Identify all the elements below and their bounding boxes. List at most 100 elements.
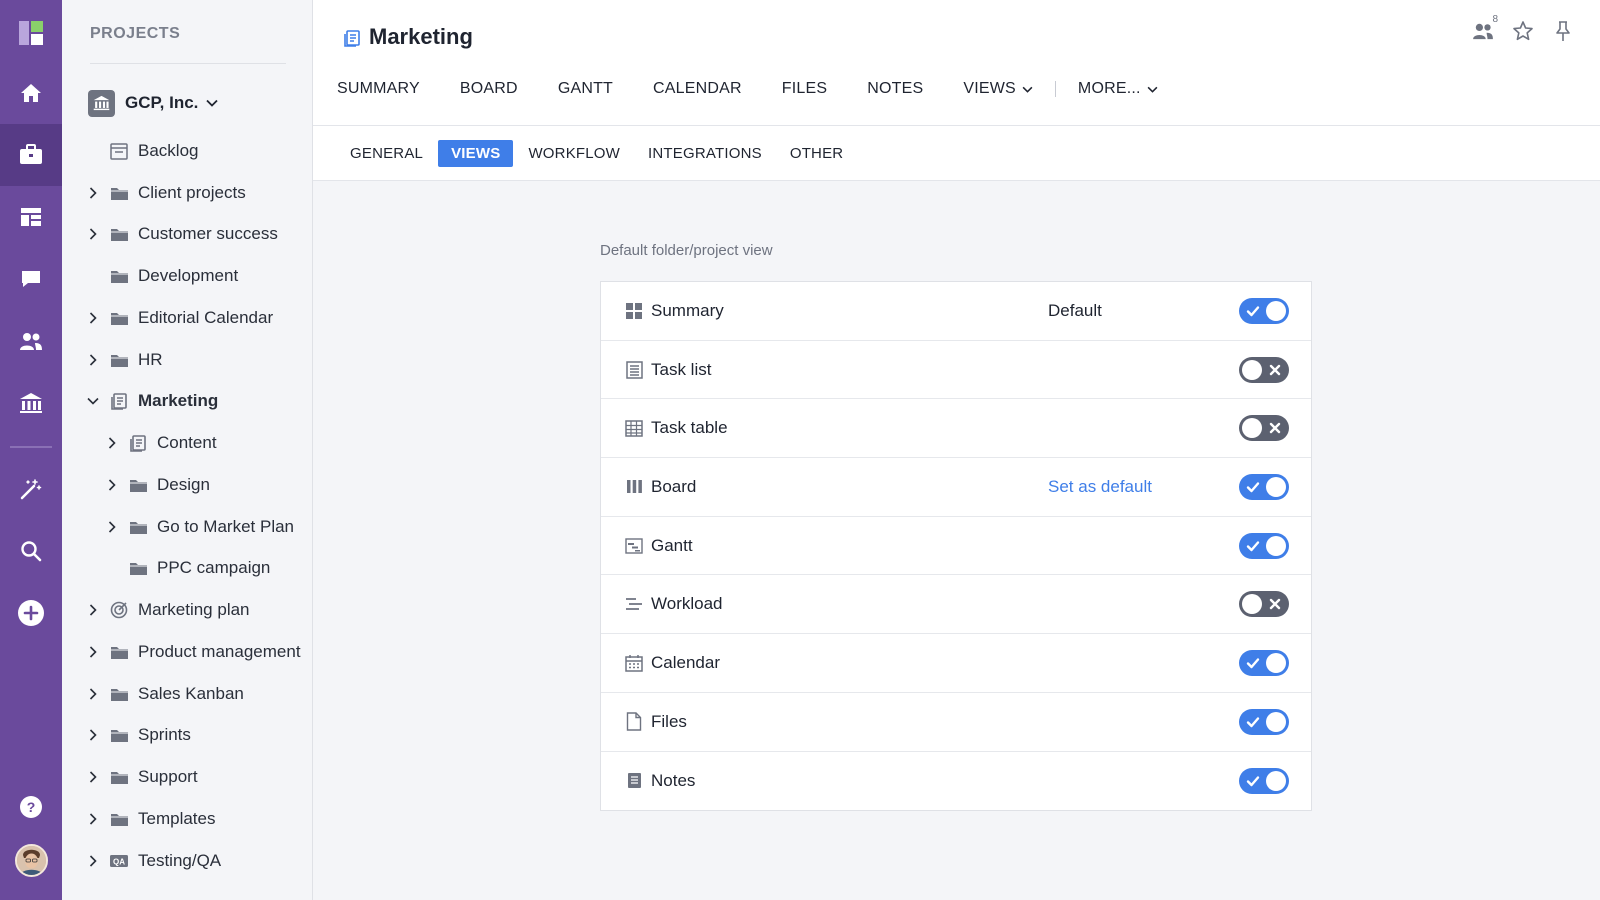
chevron-right-icon[interactable] [84, 354, 102, 366]
sidebar-title: PROJECTS [90, 25, 181, 42]
folder-icon [127, 560, 149, 576]
tab-files[interactable]: FILES [782, 80, 827, 98]
chevron-right-icon[interactable] [84, 646, 102, 658]
sidebar-item[interactable]: Backlog [84, 136, 198, 166]
help-icon[interactable]: ? [0, 776, 62, 838]
add-icon[interactable] [0, 582, 62, 644]
sidebar-item[interactable]: PPC campaign [103, 553, 270, 583]
settings-tab-other[interactable]: OTHER [777, 140, 857, 167]
view-tabs: SUMMARY BOARD GANTT CALENDAR FILES NOTES… [337, 80, 1198, 98]
check-icon [1246, 716, 1260, 727]
set-as-default-link[interactable]: Set as default [1048, 477, 1152, 497]
sidebar-item[interactable]: Design [103, 470, 210, 500]
view-toggle[interactable] [1239, 649, 1289, 676]
sidebar-item-label: Product management [138, 642, 301, 661]
organization-icon[interactable] [0, 372, 62, 434]
task-table-icon [625, 419, 643, 437]
chevron-right-icon[interactable] [103, 479, 121, 491]
sidebar-item[interactable]: Support [84, 762, 198, 792]
chevron-right-icon[interactable] [84, 771, 102, 783]
sidebar-item[interactable]: Templates [84, 804, 215, 834]
tab-gantt[interactable]: GANTT [558, 80, 613, 98]
chevron-right-icon[interactable] [84, 729, 102, 741]
chevron-right-icon[interactable] [103, 521, 121, 533]
chevron-right-icon[interactable] [84, 604, 102, 616]
magic-wand-icon[interactable] [0, 458, 62, 520]
toggle-knob [1242, 594, 1262, 615]
view-toggle[interactable] [1239, 356, 1289, 383]
project-icon [108, 392, 130, 410]
search-icon[interactable] [0, 520, 62, 582]
view-toggle[interactable] [1239, 708, 1289, 735]
sidebar-item[interactable]: Client projects [84, 178, 246, 208]
chevron-right-icon[interactable] [84, 228, 102, 240]
sidebar-item-label: Content [157, 433, 217, 452]
sidebar-item[interactable]: Customer success [84, 219, 278, 249]
sidebar-item[interactable]: Marketing plan [84, 595, 250, 625]
sidebar-divider [90, 63, 286, 64]
view-name: Task table [651, 418, 728, 438]
view-toggle[interactable] [1239, 532, 1289, 559]
view-name: Calendar [651, 652, 720, 672]
sidebar-item[interactable]: Go to Market Plan [103, 512, 294, 542]
chevron-down-icon[interactable] [84, 397, 102, 405]
settings-tab-views[interactable]: VIEWS [438, 140, 514, 167]
task-list-icon [625, 360, 643, 379]
sidebar-item[interactable]: Sales Kanban [84, 679, 244, 709]
view-toggle[interactable] [1239, 297, 1289, 324]
star-icon[interactable] [1510, 18, 1536, 44]
sidebar-item[interactable]: Marketing [84, 386, 218, 416]
sidebar-item[interactable]: Development [84, 261, 238, 291]
sidebar-item[interactable]: Editorial Calendar [84, 303, 273, 333]
tab-board[interactable]: BOARD [460, 80, 518, 98]
view-toggle[interactable] [1239, 415, 1289, 442]
chevron-right-icon[interactable] [84, 187, 102, 199]
calendar-icon [625, 654, 643, 672]
dashboard-icon[interactable] [0, 186, 62, 248]
chevron-right-icon[interactable] [84, 855, 102, 867]
settings-tab-general[interactable]: GENERAL [337, 140, 436, 167]
settings-tab-workflow[interactable]: WORKFLOW [515, 140, 633, 167]
view-toggle[interactable] [1239, 767, 1289, 794]
view-toggle[interactable] [1239, 591, 1289, 618]
sidebar-item[interactable]: QA Testing/QA [84, 846, 221, 876]
settings-tab-integrations[interactable]: INTEGRATIONS [635, 140, 775, 167]
tab-summary[interactable]: SUMMARY [337, 80, 420, 98]
app-rail: ? [0, 0, 62, 900]
view-toggle[interactable] [1239, 473, 1289, 500]
projects-sidebar: PROJECTS GCP, Inc. Backlog Client project… [62, 0, 313, 900]
chevron-right-icon[interactable] [84, 688, 102, 700]
sidebar-item-label: Templates [138, 809, 216, 828]
sidebar-item-label: Sprints [138, 725, 191, 744]
team-icon[interactable] [0, 310, 62, 372]
gantt-icon [625, 537, 643, 555]
user-avatar[interactable] [15, 844, 48, 877]
sidebar-item[interactable]: Product management [84, 637, 301, 667]
page-header: Marketing 8 SUMMARY BOARD GANTT CALENDAR… [313, 0, 1600, 126]
board-columns-icon [625, 478, 643, 496]
members-icon[interactable]: 8 [1470, 14, 1498, 44]
sidebar-item[interactable]: Sprints [84, 720, 191, 750]
sidebar-item[interactable]: HR [84, 345, 163, 375]
chat-icon[interactable] [0, 248, 62, 310]
chevron-right-icon[interactable] [103, 437, 121, 449]
tab-notes[interactable]: NOTES [867, 80, 923, 98]
pin-icon[interactable] [1550, 18, 1576, 44]
org-selector[interactable]: GCP, Inc. [88, 89, 219, 117]
members-count: 8 [1492, 14, 1498, 25]
tab-calendar[interactable]: CALENDAR [653, 80, 742, 98]
toggle-knob [1266, 535, 1286, 556]
folder-icon [108, 727, 130, 743]
chevron-right-icon[interactable] [84, 813, 102, 825]
view-row: Task table [601, 399, 1311, 459]
chevron-right-icon[interactable] [84, 312, 102, 324]
workload-icon [625, 595, 643, 613]
app-logo-icon[interactable] [0, 2, 62, 64]
projects-briefcase-icon[interactable] [0, 124, 62, 186]
views-settings-panel: Default folder/project view Summary Defau… [313, 182, 1600, 900]
tab-views[interactable]: VIEWS [963, 80, 1033, 98]
chevron-down-icon [1147, 86, 1158, 93]
sidebar-item[interactable]: Content [103, 428, 217, 458]
tab-more[interactable]: MORE... [1078, 80, 1158, 98]
home-icon[interactable] [0, 62, 62, 124]
